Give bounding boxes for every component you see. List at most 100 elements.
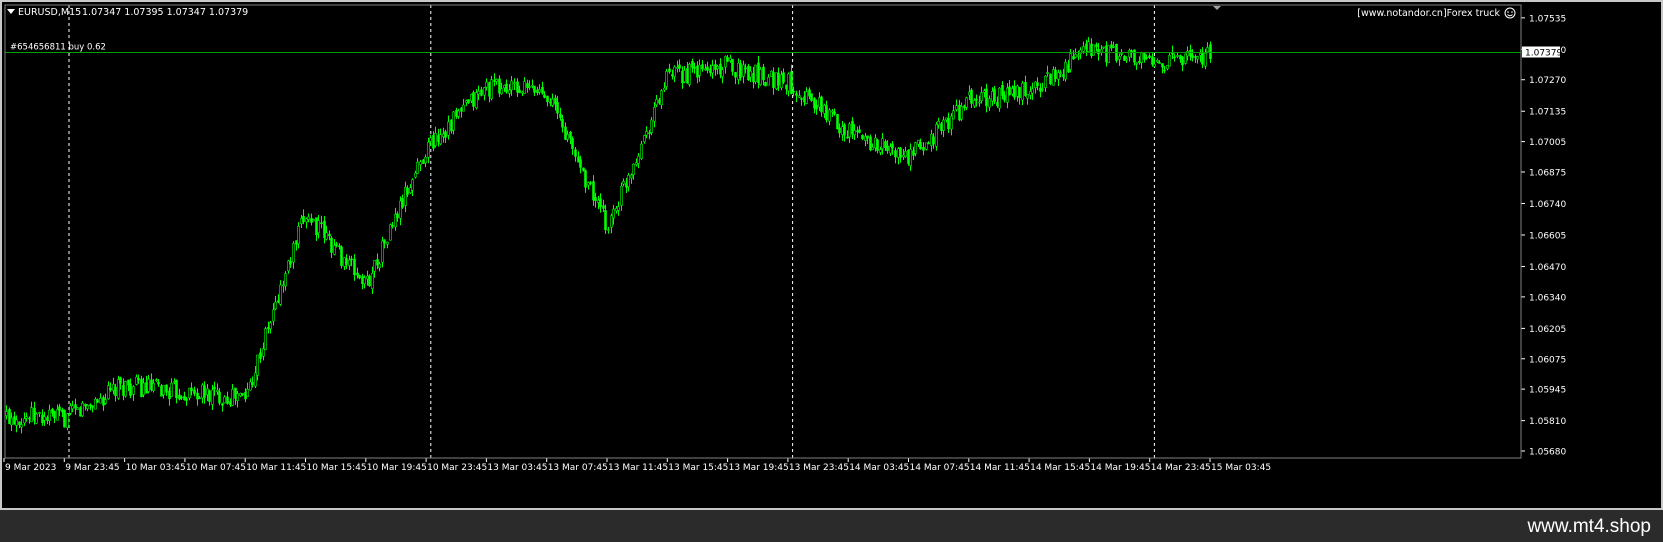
candle-body: [988, 98, 991, 108]
candle-body: [1036, 82, 1039, 86]
candle-body: [284, 273, 287, 287]
order-label: #654656811 buy 0.62: [10, 43, 106, 53]
candle-body: [178, 394, 181, 400]
candle-body: [952, 110, 955, 120]
candle-body: [1206, 47, 1209, 53]
candle-body: [1067, 64, 1070, 73]
candle-body: [231, 388, 234, 406]
candle-body: [201, 384, 204, 399]
candle-body: [574, 149, 577, 157]
candle-body: [767, 76, 770, 86]
x-tick-label: 13 Mar 19:45: [729, 463, 789, 473]
candle-body: [292, 243, 295, 263]
candle-body: [993, 88, 996, 102]
candle-body: [216, 389, 219, 392]
candle-body: [1204, 53, 1207, 67]
candle-body: [1189, 50, 1192, 57]
candle-body: [935, 124, 938, 147]
candle-body: [739, 63, 742, 78]
candle-body: [439, 134, 442, 145]
candle-body: [63, 410, 66, 428]
candle-body: [312, 219, 315, 222]
candle-body: [135, 376, 138, 385]
candle-body: [330, 237, 333, 253]
candle-body: [668, 68, 671, 73]
candle-body: [13, 416, 16, 425]
candle-body: [1148, 55, 1151, 58]
candle-body: [56, 409, 59, 421]
candle-body: [820, 96, 823, 113]
candle-body: [510, 80, 513, 91]
candle-body: [795, 93, 798, 96]
candle-body: [1151, 56, 1154, 65]
candle-body: [472, 92, 475, 107]
candle-body: [373, 260, 376, 272]
x-tick-label: 10 Mar 03:45: [126, 463, 186, 473]
candle-body: [1186, 50, 1189, 57]
x-tick-label: 14 Mar 03:45: [849, 463, 909, 473]
candle-body: [1044, 75, 1047, 88]
candle-body: [655, 99, 658, 106]
candle-body: [800, 98, 803, 100]
candle-body: [965, 97, 968, 108]
candle-body: [1062, 74, 1065, 78]
footer-bar: www.mt4.shop: [0, 510, 1663, 542]
candle-body: [1201, 51, 1204, 65]
y-tick-label: 1.06740: [1529, 200, 1566, 210]
candle-body: [340, 246, 343, 266]
candle-body: [38, 412, 41, 414]
candle-body: [541, 87, 544, 94]
candle-body: [538, 89, 541, 93]
candle-body: [1021, 82, 1024, 101]
candle-body: [249, 381, 252, 391]
candle-body: [612, 208, 615, 219]
candle-body: [203, 385, 206, 398]
candle-body: [1120, 53, 1123, 55]
candle-body: [307, 216, 310, 220]
candle-body: [168, 390, 171, 400]
candle-body: [274, 301, 277, 310]
candle-body: [810, 93, 813, 101]
candle-body: [782, 72, 785, 83]
candle-body: [632, 163, 635, 175]
candle-body: [259, 352, 262, 359]
candle-body: [8, 408, 11, 424]
candle-body: [1133, 49, 1136, 63]
candle-body: [457, 110, 460, 117]
candle-body: [223, 396, 226, 404]
price-chart[interactable]: #654656811 buy 0.62 1.075351.074001.0727…: [2, 2, 1661, 508]
candle-body: [866, 135, 869, 139]
candle-body: [256, 354, 259, 376]
candle-body: [140, 378, 143, 398]
candle-body: [76, 407, 79, 410]
candle-body: [485, 81, 488, 88]
x-tick-label: 13 Mar 03:45: [487, 463, 547, 473]
candle-body: [406, 187, 409, 195]
candle-body: [1039, 87, 1042, 92]
candle-body: [894, 150, 897, 158]
candle-body: [53, 411, 56, 419]
candle-body: [127, 379, 130, 386]
candle-body: [363, 277, 366, 285]
candle-body: [416, 161, 419, 174]
candle-body: [1184, 53, 1187, 64]
candle-body: [637, 155, 640, 164]
candle-body: [721, 69, 724, 77]
x-tick-label: 14 Mar 07:45: [910, 463, 970, 473]
candle-body: [660, 90, 663, 106]
candle-body: [960, 106, 963, 120]
candle-body: [904, 151, 907, 157]
candle-body: [663, 87, 666, 91]
y-tick-label: 1.07535: [1529, 14, 1566, 24]
candle-body: [35, 413, 38, 424]
candle-body: [272, 309, 275, 322]
candle-body: [71, 405, 74, 409]
candle-body: [1008, 86, 1011, 96]
candle-body: [620, 185, 623, 206]
candle-body: [1118, 56, 1121, 60]
candle-body: [1059, 72, 1062, 74]
candle-body: [206, 388, 209, 395]
x-tick-label: 10 Mar 15:45: [307, 463, 367, 473]
candle-body: [112, 384, 115, 391]
candle-body: [876, 139, 879, 151]
